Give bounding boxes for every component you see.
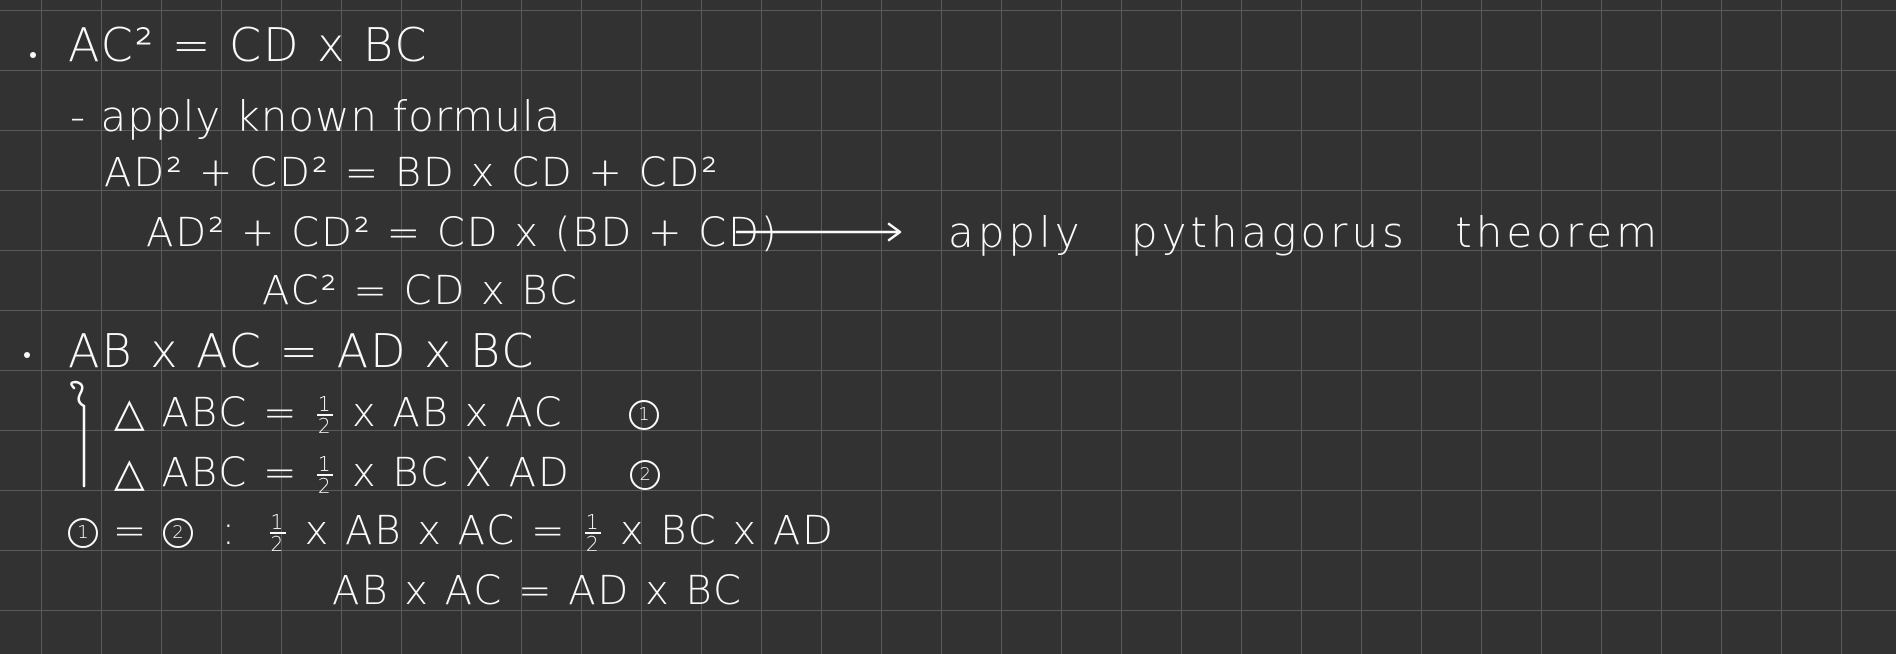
annotation-pythagoras: apply pythagorus theorem (948, 208, 1662, 257)
bullet-2 (24, 352, 30, 358)
equation-line-1: AD² + CD² = BD x CD + CD² (104, 150, 720, 196)
circled-marker-1: 1 (629, 400, 660, 430)
brace-icon (70, 380, 86, 488)
area-eq-2: △ ABC = 12 x BC X AD 2 (114, 450, 661, 498)
fraction-half-3: 12 (269, 510, 286, 556)
area2-rhs: x BC X AD (351, 450, 571, 496)
area1-lhs: △ ABC = (114, 390, 299, 436)
claim-2: AB x AC = AD x BC (68, 324, 536, 378)
area2-lhs: △ ABC = (114, 450, 299, 496)
fraction-half-4: 12 (585, 510, 602, 556)
claim-1: AC² = CD x BC (68, 18, 429, 72)
area1-rhs: x AB x AC (351, 390, 564, 436)
equation-line-3: AC² = CD x BC (262, 268, 579, 314)
circled-marker-eq-1: 1 (68, 518, 98, 548)
bullet-1 (30, 52, 36, 58)
area-eq-1: △ ABC = 12 x AB x AC 1 (114, 390, 660, 438)
fraction-half-1: 12 (317, 392, 334, 438)
circled-marker-2: 2 (630, 460, 661, 490)
equate-colon: : (221, 508, 238, 554)
step-label: - apply known formula (70, 92, 562, 141)
notes-canvas: AC² = CD x BC - apply known formula AD² … (0, 0, 1896, 654)
equate-sign: = (112, 508, 149, 554)
equate-left-rhs: x AB x AC = (304, 508, 567, 554)
equate-right-rhs: x BC x AD (619, 508, 835, 554)
circled-marker-eq-2: 2 (162, 518, 193, 548)
result-line: AB x AC = AD x BC (332, 568, 743, 614)
equation-line-2: AD² + CD² = CD x (BD + CD) (146, 210, 779, 256)
equate-line: 1 = 2 : 12 x AB x AC = 12 x BC x AD (68, 508, 835, 554)
fraction-half-2: 12 (317, 452, 334, 498)
arrow-icon (735, 222, 902, 242)
